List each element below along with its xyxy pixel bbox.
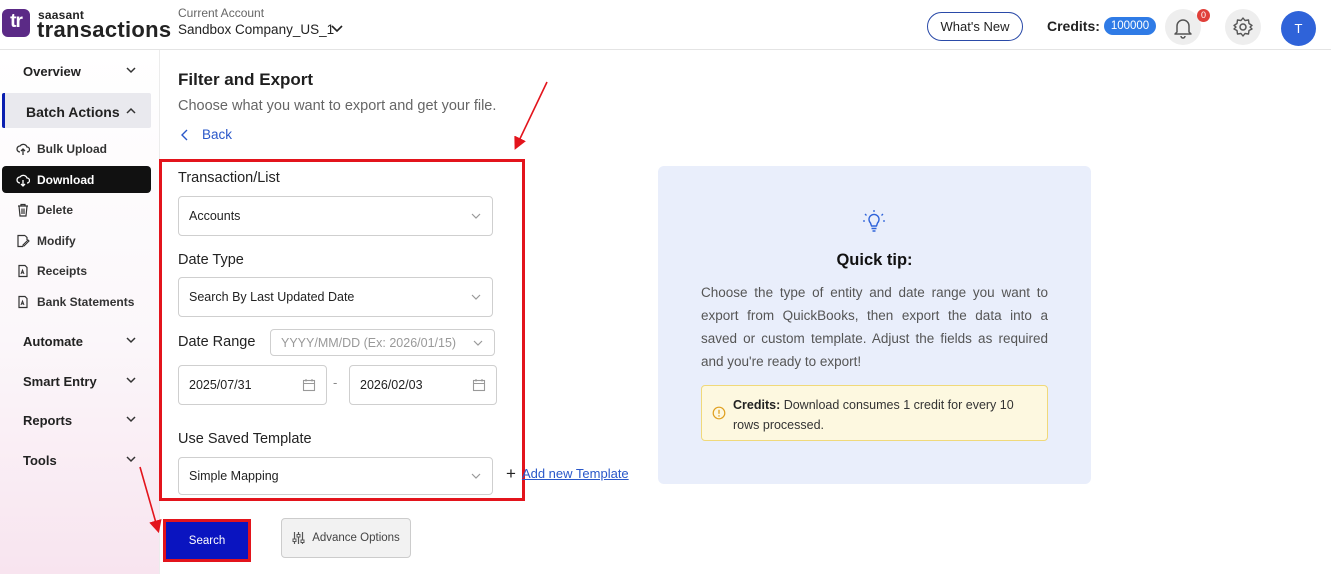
calendar-icon[interactable]	[302, 378, 316, 392]
chevron-down-icon[interactable]	[125, 64, 137, 76]
back-link[interactable]: Back	[180, 127, 232, 142]
sidebar-item-download[interactable]: Download	[16, 170, 94, 190]
sidebar-item-label: Delete	[37, 203, 74, 217]
chevron-left-icon	[181, 129, 188, 140]
advance-options-button[interactable]: Advance Options	[281, 518, 411, 558]
current-account-label: Current Account	[178, 6, 265, 20]
date-to-value: 2026/02/03	[360, 378, 423, 392]
date-range-label: Date Range	[178, 334, 256, 350]
sidebar-item-delete[interactable]: Delete	[16, 200, 73, 220]
sidebar-item-bulk-upload[interactable]: Bulk Upload	[16, 139, 107, 159]
sidebar-item-overview[interactable]: Overview	[23, 64, 81, 79]
sidebar-item-automate[interactable]: Automate	[23, 334, 83, 349]
sliders-icon	[292, 532, 305, 544]
date-from-value: 2025/07/31	[189, 378, 252, 392]
gear-icon	[1233, 17, 1253, 37]
sidebar-item-bank-statements[interactable]: Bank Statements	[16, 292, 134, 312]
sidebar: Overview Batch Actions Bulk Upload Downl…	[0, 50, 160, 574]
back-label: Back	[202, 127, 233, 142]
trash-icon	[18, 203, 28, 217]
saved-template-value: Simple Mapping	[189, 469, 279, 483]
transaction-list-select[interactable]: Accounts	[178, 196, 493, 236]
date-type-select[interactable]: Search By Last Updated Date	[178, 277, 493, 317]
chevron-down-icon[interactable]	[330, 21, 344, 35]
whats-new-button[interactable]: What's New	[927, 12, 1023, 41]
receipt-icon	[18, 264, 28, 278]
date-to-input[interactable]: 2026/02/03	[349, 365, 497, 405]
credits-notice: Credits: Download consumes 1 credit for …	[701, 385, 1048, 441]
credits-label: Credits:	[1047, 18, 1100, 34]
lightbulb-icon	[863, 210, 885, 232]
plus-icon: +	[506, 463, 516, 483]
sidebar-item-tools[interactable]: Tools	[23, 453, 57, 468]
edit-document-icon	[17, 234, 30, 248]
current-account-name[interactable]: Sandbox Company_US_1	[178, 22, 334, 37]
chevron-down-icon	[471, 213, 481, 219]
chevron-down-icon[interactable]	[125, 374, 137, 386]
transaction-list-label: Transaction/List	[178, 170, 280, 186]
date-type-value: Search By Last Updated Date	[189, 290, 355, 304]
chevron-up-icon[interactable]	[125, 105, 137, 117]
logo-brand-name: transactions	[37, 17, 172, 42]
arrow-to-filter-form	[514, 81, 548, 150]
chevron-down-icon[interactable]	[125, 413, 137, 425]
add-new-template-link[interactable]: + Add new Template	[506, 463, 629, 483]
chevron-down-icon[interactable]	[125, 334, 137, 346]
warning-icon	[712, 406, 726, 420]
saved-template-label: Use Saved Template	[178, 431, 312, 447]
sidebar-item-smart-entry[interactable]: Smart Entry	[23, 374, 97, 389]
chevron-down-icon	[471, 294, 481, 300]
sidebar-item-label: Receipts	[37, 264, 88, 278]
chevron-down-icon[interactable]	[125, 453, 137, 465]
quick-tip-title: Quick tip:	[836, 251, 913, 269]
chevron-down-icon	[473, 340, 483, 346]
credits-notice-text: Credits: Download consumes 1 credit for …	[733, 395, 1033, 435]
cloud-upload-icon	[16, 143, 30, 155]
calendar-icon[interactable]	[472, 378, 486, 392]
sidebar-item-label: Download	[37, 173, 95, 187]
sidebar-item-reports[interactable]: Reports	[23, 413, 72, 428]
date-range-select[interactable]: YYYY/MM/DD (Ex: 2026/01/15)	[270, 329, 495, 356]
bell-icon	[1174, 19, 1192, 39]
credits-notice-bold: Credits:	[733, 398, 781, 412]
add-new-template-label: Add new Template	[521, 466, 629, 481]
quick-tip-body: Choose the type of entity and date range…	[701, 285, 1048, 369]
user-avatar[interactable]: T	[1281, 11, 1316, 46]
sidebar-item-batch-actions[interactable]: Batch Actions	[26, 104, 120, 120]
sidebar-item-receipts[interactable]: Receipts	[16, 261, 87, 281]
bank-statement-icon	[18, 295, 28, 309]
sidebar-item-label: Modify	[37, 234, 76, 248]
quick-tip-card: Quick tip: Choose the type of entity and…	[658, 166, 1091, 484]
sidebar-item-label: Bank Statements	[37, 295, 135, 309]
transaction-list-value: Accounts	[189, 209, 241, 223]
top-header: tr saasant transactions Current Account …	[0, 0, 1331, 50]
logo-mark: tr	[2, 9, 30, 37]
search-button[interactable]: Search	[166, 522, 248, 559]
credits-badge: 100000	[1104, 17, 1156, 35]
saved-template-select[interactable]: Simple Mapping	[178, 457, 493, 495]
cloud-download-icon	[16, 174, 30, 187]
date-type-label: Date Type	[178, 252, 244, 268]
chevron-down-icon	[471, 473, 481, 479]
date-range-separator: -	[333, 375, 338, 390]
sidebar-item-label: Bulk Upload	[37, 142, 108, 156]
page-title: Filter and Export	[178, 70, 314, 89]
page-subtitle: Choose what you want to export and get y…	[178, 98, 497, 114]
sidebar-item-modify[interactable]: Modify	[16, 231, 76, 251]
notifications-button[interactable]	[1165, 9, 1201, 45]
date-from-input[interactable]: 2025/07/31	[178, 365, 327, 405]
date-range-placeholder: YYYY/MM/DD (Ex: 2026/01/15)	[281, 335, 457, 350]
settings-button[interactable]	[1225, 9, 1261, 45]
notification-count-badge: 0	[1197, 9, 1210, 22]
advance-options-label: Advance Options	[312, 532, 400, 544]
